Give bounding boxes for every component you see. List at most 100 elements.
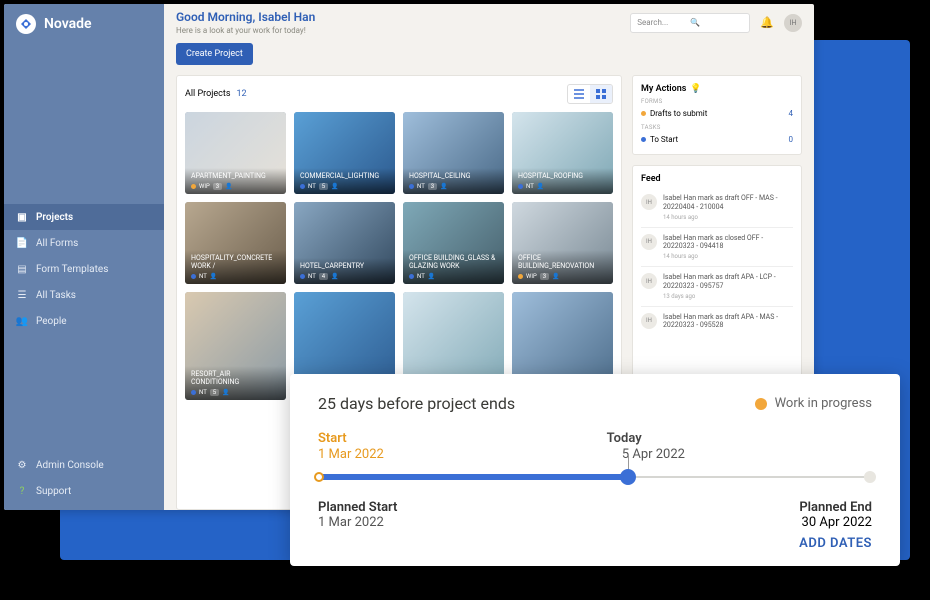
person-icon: 👤 — [222, 389, 229, 396]
status-dot-icon — [191, 184, 196, 189]
project-name: APARTMENT_PAINTING — [191, 172, 280, 180]
people-icon: 👥 — [16, 315, 28, 327]
add-dates-button[interactable]: ADD DATES — [799, 536, 872, 551]
list-icon: ☰ — [16, 289, 28, 301]
timeline-today-knob[interactable] — [620, 469, 636, 485]
feed-time: 14 hours ago — [663, 253, 793, 260]
project-card[interactable]: OFFICE BUILDING_RENOVATIONWIP3👤 — [512, 202, 613, 284]
feed-avatar: IH — [641, 273, 657, 289]
sidebar-item-support[interactable]: ? Support — [4, 478, 164, 504]
gear-icon: ⚙ — [16, 459, 28, 471]
projects-grid: APARTMENT_PAINTINGWIP3👤 COMMERCIAL_LIGHT… — [185, 112, 613, 400]
timeline-end-knob[interactable] — [864, 471, 876, 483]
status-dot-icon — [300, 184, 305, 189]
timeline-today-date: 5 Apr 2022 — [622, 447, 685, 462]
feed-time: 13 days ago — [663, 293, 793, 300]
project-card[interactable]: RESORT_AIR CONDITIONINGNT5👤 — [185, 292, 286, 400]
my-actions-panel: My Actions💡 FORMS Drafts to submit 4 TAS… — [632, 75, 802, 155]
feed-text: Isabel Han mark as draft OFF - MAS - 202… — [663, 194, 793, 212]
tasks-section-label: TASKS — [641, 124, 793, 131]
sidebar-item-people[interactable]: 👥 People — [4, 308, 164, 334]
person-icon: 👤 — [331, 183, 338, 190]
sidebar-item-label: Form Templates — [36, 264, 108, 275]
sidebar-item-all-forms[interactable]: 📄 All Forms — [4, 230, 164, 256]
action-count: 0 — [789, 135, 794, 144]
feed-text: Isabel Han mark as draft APA - MAS - 202… — [663, 313, 793, 331]
sidebar-item-all-tasks[interactable]: ☰ All Tasks — [4, 282, 164, 308]
topbar-right: Search... 🔍 🔔 IH — [630, 13, 802, 33]
action-count: 4 — [789, 109, 794, 118]
project-card[interactable]: HOTEL_CARPENTRYNT4👤 — [294, 202, 395, 284]
status-dot-icon — [409, 274, 414, 279]
sidebar-item-label: Support — [36, 486, 71, 497]
sidebar-item-label: Projects — [36, 212, 73, 223]
person-icon: 👤 — [537, 183, 544, 190]
briefcase-icon: ▣ — [16, 211, 28, 223]
project-card[interactable]: OFFICE BUILDING_GLASS & GLAZING WORKNT👤 — [403, 202, 504, 284]
sidebar-item-label: People — [36, 316, 67, 327]
action-drafts[interactable]: Drafts to submit 4 — [641, 107, 793, 120]
project-card[interactable]: HOSPITAL_CEILINGNT3👤 — [403, 112, 504, 194]
brand-logo-icon — [16, 14, 36, 34]
grid-view-button[interactable] — [590, 85, 612, 103]
feed-avatar: IH — [641, 194, 657, 210]
feed-item[interactable]: IH Isabel Han mark as closed OFF - 202203… — [641, 227, 793, 267]
sidebar-nav: ▣ Projects 📄 All Forms ▤ Form Templates … — [4, 204, 164, 334]
user-avatar[interactable]: IH — [784, 14, 802, 32]
status-dot-icon — [641, 111, 646, 116]
timeline-start-date: 1 Mar 2022 — [318, 447, 384, 462]
my-actions-title: My Actions💡 — [641, 84, 793, 94]
sidebar-item-form-templates[interactable]: ▤ Form Templates — [4, 256, 164, 282]
feed-text: Isabel Han mark as draft APA - LCP - 202… — [663, 273, 793, 291]
sidebar-item-projects[interactable]: ▣ Projects — [4, 204, 164, 230]
project-status: NT — [417, 183, 425, 190]
feed-item[interactable]: IH Isabel Han mark as draft APA - MAS - 2… — [641, 306, 793, 339]
person-icon: 👤 — [440, 183, 447, 190]
search-icon: 🔍 — [690, 18, 743, 27]
bell-icon[interactable]: 🔔 — [760, 16, 774, 29]
person-icon: 👤 — [428, 273, 435, 280]
search-input[interactable]: Search... 🔍 — [630, 13, 750, 33]
action-tostart[interactable]: To Start 0 — [641, 133, 793, 146]
project-status: NT — [199, 389, 207, 396]
project-name: HOSPITAL_ROOFING — [518, 172, 607, 180]
planned-end: Planned End 30 Apr 2022 ADD DATES — [799, 500, 872, 551]
sidebar-item-label: Admin Console — [36, 460, 104, 471]
greeting-sub: Here is a look at your work for today! — [176, 26, 315, 35]
list-view-button[interactable] — [568, 85, 590, 103]
projects-title: All Projects — [185, 89, 230, 99]
feed-avatar: IH — [641, 313, 657, 329]
brand: Novade — [4, 4, 164, 44]
project-badge: 3 — [213, 183, 222, 190]
planned-start: Planned Start 1 Mar 2022 — [318, 500, 397, 551]
timeline-start-knob[interactable] — [314, 472, 324, 482]
person-icon: 👤 — [225, 183, 232, 190]
help-icon: ? — [16, 485, 28, 497]
status-dot-icon — [191, 390, 196, 395]
feed-text: Isabel Han mark as closed OFF - 20220323… — [663, 234, 793, 252]
project-name: RESORT_AIR CONDITIONING — [191, 370, 280, 387]
sidebar: Novade ▣ Projects 📄 All Forms ▤ Form Tem… — [4, 4, 164, 510]
sidebar-item-label: All Tasks — [36, 290, 76, 301]
timeline-track[interactable] — [318, 472, 872, 482]
create-project-button[interactable]: Create Project — [176, 43, 253, 65]
lightbulb-icon: 💡 — [690, 84, 701, 94]
project-card[interactable]: COMMERCIAL_LIGHTINGNT5👤 — [294, 112, 395, 194]
feed-item[interactable]: IH Isabel Han mark as draft OFF - MAS - 2… — [641, 188, 793, 227]
sidebar-item-admin[interactable]: ⚙ Admin Console — [4, 452, 164, 478]
template-icon: ▤ — [16, 263, 28, 275]
project-badge: 3 — [540, 273, 549, 280]
person-icon: 👤 — [210, 273, 217, 280]
forms-section-label: FORMS — [641, 98, 793, 105]
project-badge: 5 — [319, 183, 328, 190]
project-name: HOSPITAL_CEILING — [409, 172, 498, 180]
project-card[interactable]: HOSPITALITY_CONCRETE WORK /NT👤 — [185, 202, 286, 284]
feed-avatar: IH — [641, 234, 657, 250]
project-name: OFFICE BUILDING_RENOVATION — [518, 254, 607, 271]
status-dot-icon — [409, 184, 414, 189]
project-card[interactable]: APARTMENT_PAINTINGWIP3👤 — [185, 112, 286, 194]
status-dot-icon — [755, 398, 767, 410]
feed-item[interactable]: IH Isabel Han mark as draft APA - LCP - 2… — [641, 266, 793, 306]
document-icon: 📄 — [16, 237, 28, 249]
project-card[interactable]: HOSPITAL_ROOFINGNT👤 — [512, 112, 613, 194]
